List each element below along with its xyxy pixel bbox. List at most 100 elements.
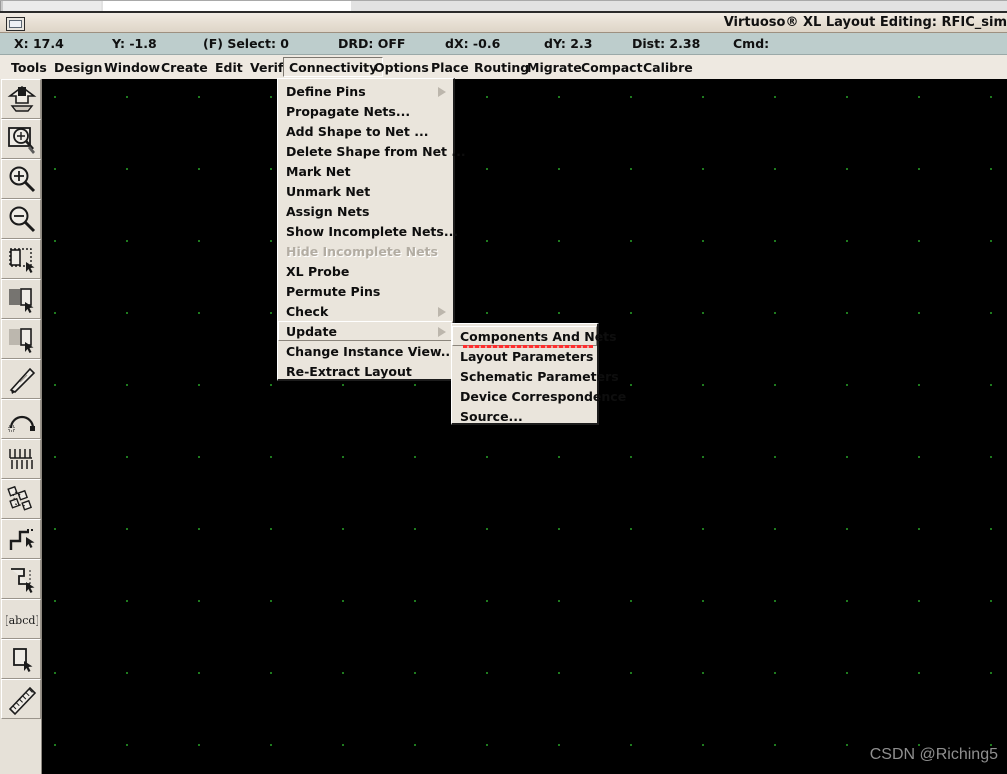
- left-toolbar: [abcd]: [0, 79, 42, 774]
- grid-dot: [846, 456, 848, 458]
- window-title: Virtuoso® XL Layout Editing: RFIC_sim: [723, 15, 1007, 30]
- grid-dot: [54, 240, 56, 242]
- rotate-icon[interactable]: [1, 399, 41, 439]
- grid-dot: [198, 96, 200, 98]
- status-select-count: (F) Select: 0: [203, 36, 289, 51]
- grid-dot: [198, 744, 200, 746]
- menu-define-pins[interactable]: Define Pins: [278, 81, 453, 101]
- update-submenu-menu[interactable]: Components And Nets Layout Parameters Sche…: [451, 323, 626, 426]
- grid-dot: [918, 456, 920, 458]
- grid-dot: [846, 240, 848, 242]
- menu-update[interactable]: Update: [278, 321, 453, 341]
- grid-dot: [126, 168, 128, 170]
- submenu-arrow-icon: [438, 307, 446, 317]
- menu-unmark-net[interactable]: Unmark Net: [278, 181, 453, 201]
- connectivity-dropdown-menu[interactable]: Define Pins Propagate Nets... Add Shape to…: [277, 78, 466, 381]
- grid-dot: [270, 240, 272, 242]
- menu-item-label: Add Shape to Net ...: [286, 124, 429, 139]
- menu-item-label: Source...: [460, 409, 523, 424]
- grid-dot: [126, 384, 128, 386]
- menu-change-instance-view[interactable]: Change Instance View...: [278, 341, 455, 361]
- create-rectangle-icon[interactable]: [1, 639, 41, 679]
- grid-dot: [630, 456, 632, 458]
- grid-dot: [990, 672, 992, 674]
- menu-check[interactable]: Check: [278, 301, 453, 321]
- grid-dot: [558, 240, 560, 242]
- grid-dot: [702, 600, 704, 602]
- chop-icon[interactable]: [1, 359, 41, 399]
- grid-dot: [54, 312, 56, 314]
- grid-dot: [270, 384, 272, 386]
- grid-dot: [846, 744, 848, 746]
- grid-dot: [54, 456, 56, 458]
- menu-permute-pins[interactable]: Permute Pins: [278, 281, 453, 301]
- grid-dot: [126, 240, 128, 242]
- menu-delete-shape-from-net[interactable]: Delete Shape from Net ...: [278, 141, 466, 161]
- grid-dot: [702, 456, 704, 458]
- menu-tools[interactable]: Tools: [5, 57, 53, 77]
- status-dx-delta: dX: -0.6: [445, 36, 501, 51]
- menu-re-extract-layout[interactable]: Re-Extract Layout: [278, 361, 453, 381]
- grid-dot: [126, 600, 128, 602]
- grid-dot: [918, 672, 920, 674]
- grid-dot: [702, 528, 704, 530]
- grid-dot: [990, 312, 992, 314]
- status-command: Cmd:: [733, 36, 770, 51]
- menu-mark-net[interactable]: Mark Net: [278, 161, 453, 181]
- menu-create[interactable]: Create: [155, 57, 214, 77]
- menu-edit[interactable]: Edit: [209, 57, 249, 77]
- ruler-icon[interactable]: [1, 679, 41, 719]
- grid-dot: [918, 528, 920, 530]
- grid-dot: [414, 744, 416, 746]
- zoom-out-icon[interactable]: [1, 199, 41, 239]
- flight-lines-icon[interactable]: [1, 479, 41, 519]
- menu-add-shape-to-net[interactable]: Add Shape to Net ...: [278, 121, 453, 141]
- grid-dot: [990, 744, 992, 746]
- create-polygon-icon[interactable]: [1, 559, 41, 599]
- grid-dot: [414, 528, 416, 530]
- submenu-device-correspondence[interactable]: Device Correspondence: [452, 386, 626, 406]
- select-rectangle-icon[interactable]: [1, 239, 41, 279]
- grid-dot: [414, 456, 416, 458]
- submenu-source[interactable]: Source...: [452, 406, 597, 426]
- menu-assign-nets[interactable]: Assign Nets: [278, 201, 453, 221]
- grid-dot: [702, 384, 704, 386]
- create-path-icon[interactable]: [1, 519, 41, 559]
- grid-dot: [918, 600, 920, 602]
- grid-dot: [198, 312, 200, 314]
- menu-show-incomplete-nets[interactable]: Show Incomplete Nets...: [278, 221, 458, 241]
- grid-dot: [846, 96, 848, 98]
- grid-dot: [198, 672, 200, 674]
- grid-dot: [846, 600, 848, 602]
- grid-dot: [486, 600, 488, 602]
- grid-dot: [558, 672, 560, 674]
- grid-dot: [126, 96, 128, 98]
- fit-to-window-icon[interactable]: [1, 79, 41, 119]
- grid-dot: [918, 96, 920, 98]
- submenu-components-and-nets[interactable]: Components And Nets: [452, 326, 617, 348]
- grid-dot: [486, 96, 488, 98]
- grid-dot: [702, 744, 704, 746]
- menu-calibre[interactable]: Calibre: [637, 57, 699, 77]
- grid-dot: [558, 96, 560, 98]
- zoom-to-select-icon[interactable]: [1, 119, 41, 159]
- menu-propagate-nets[interactable]: Propagate Nets...: [278, 101, 453, 121]
- submenu-arrow-icon: [438, 87, 446, 97]
- zoom-in-icon[interactable]: [1, 159, 41, 199]
- background-window-field: [103, 1, 351, 11]
- submenu-layout-parameters[interactable]: Layout Parameters: [452, 346, 597, 366]
- grid-dot: [846, 168, 848, 170]
- window-restore-icon[interactable]: [6, 17, 25, 31]
- grid-dot: [342, 456, 344, 458]
- submenu-schematic-parameters[interactable]: Schematic Parameters: [452, 366, 619, 386]
- layout-canvas[interactable]: CSDN @Riching5: [42, 79, 1007, 774]
- grid-dot: [558, 456, 560, 458]
- grid-dot: [918, 312, 920, 314]
- grid-dot: [198, 456, 200, 458]
- grid-dot: [342, 384, 344, 386]
- menu-xl-probe[interactable]: XL Probe: [278, 261, 453, 281]
- create-label-icon[interactable]: [abcd]: [1, 599, 41, 639]
- stretch-right-icon[interactable]: [1, 319, 41, 359]
- stretch-left-icon[interactable]: [1, 279, 41, 319]
- align-icon[interactable]: [1, 439, 41, 479]
